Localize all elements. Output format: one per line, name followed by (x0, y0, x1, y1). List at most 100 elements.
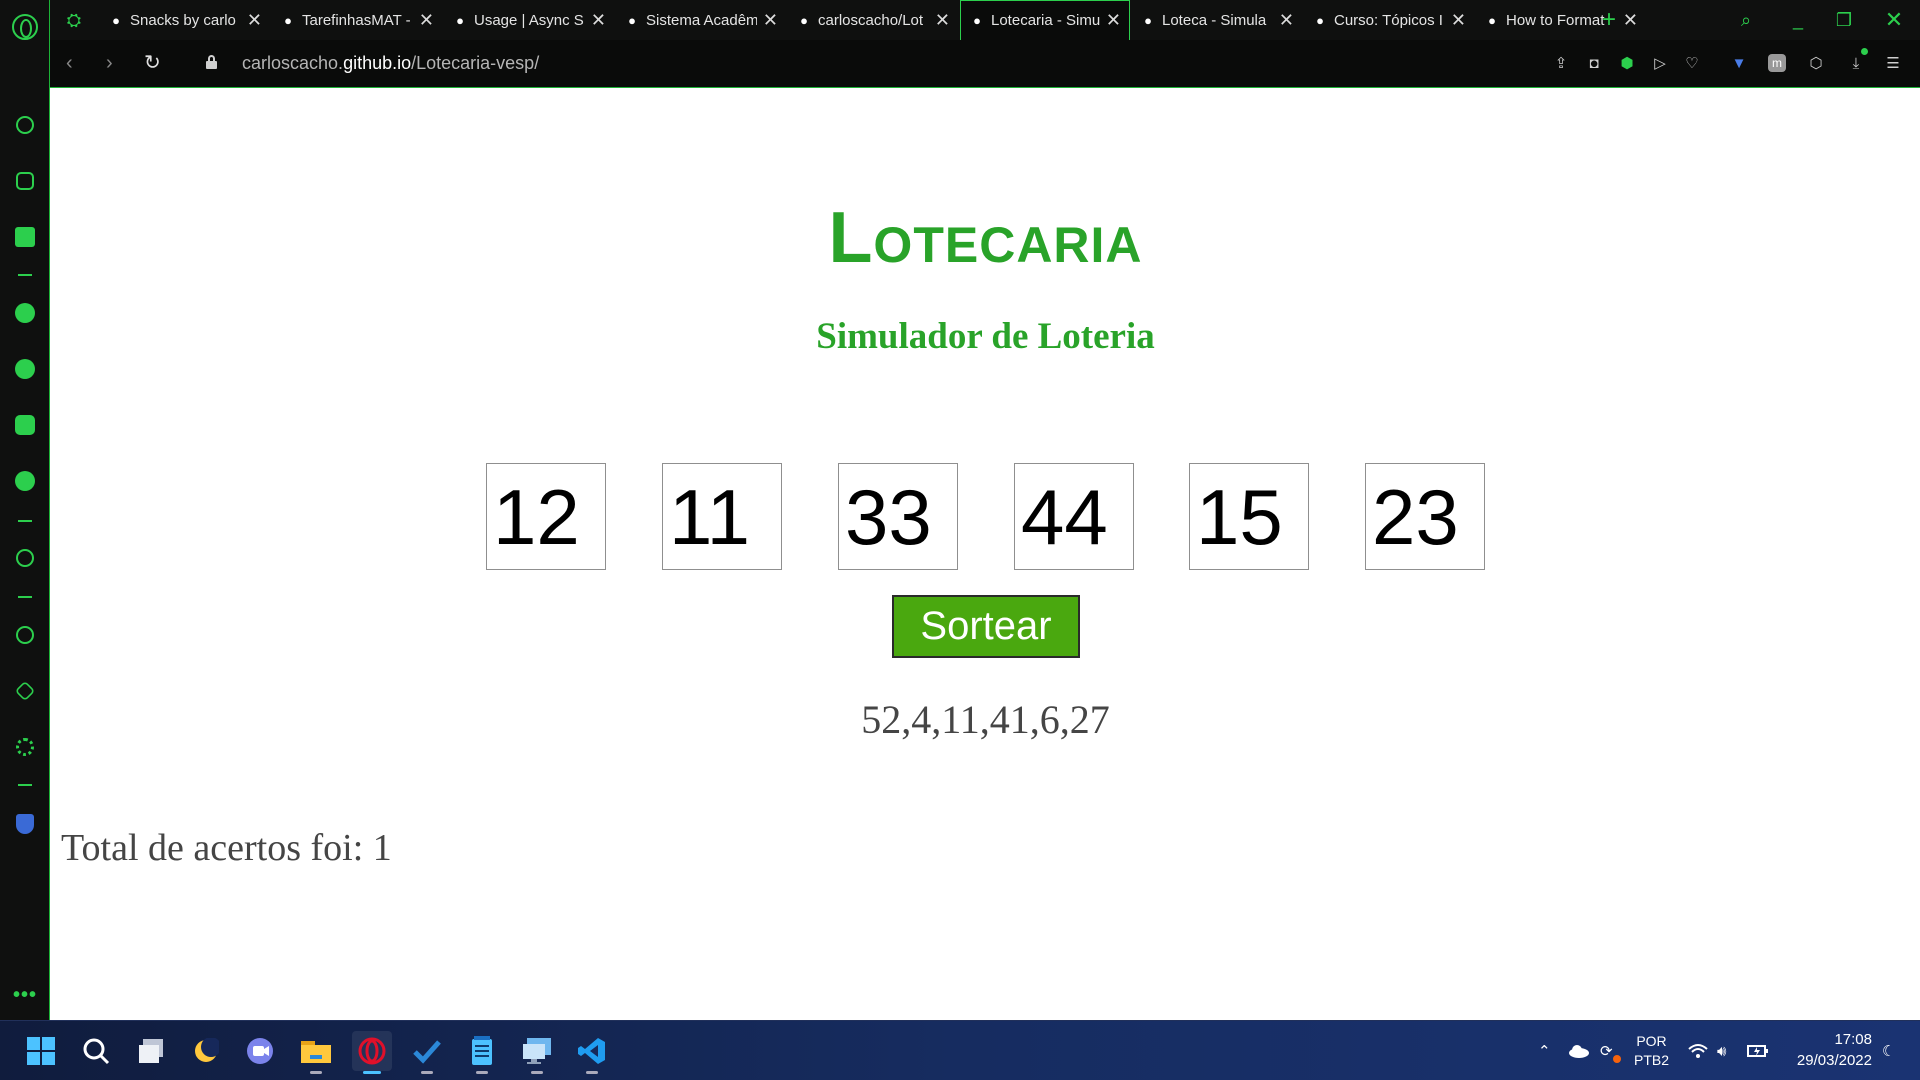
globe-icon: ● (1144, 12, 1152, 28)
tab-3[interactable]: ● Usage | Async S ✕ (444, 0, 614, 40)
tab-9[interactable]: ● How to Format ✕ (1476, 0, 1646, 40)
twitch-icon[interactable] (12, 224, 38, 250)
running-indicator (531, 1071, 543, 1074)
todo-app-icon[interactable] (407, 1031, 447, 1074)
close-tab-icon[interactable]: ✕ (1623, 10, 1638, 31)
minimize-button[interactable]: _ (1780, 0, 1816, 40)
tab-title: How to Format (1506, 11, 1605, 29)
tab-7[interactable]: ● Loteca - Simula ✕ (1132, 0, 1302, 40)
number-input-2[interactable]: 11 (662, 463, 782, 570)
close-tab-icon[interactable]: ✕ (935, 10, 950, 31)
task-view-icon[interactable] (131, 1031, 171, 1071)
shopping-bag-icon[interactable] (12, 168, 38, 194)
history-icon[interactable] (12, 622, 38, 648)
a-bracket-icon: ● (1488, 12, 1496, 28)
url-domain: github.io (343, 53, 412, 73)
start-button[interactable] (21, 1031, 61, 1071)
send-icon[interactable]: ▷ (1651, 54, 1669, 72)
close-tab-icon[interactable]: ✕ (1451, 10, 1466, 31)
workspaces-icon[interactable]: ⛭ (58, 0, 90, 40)
close-tab-icon[interactable]: ✕ (763, 10, 778, 31)
number-input-5[interactable]: 15 (1189, 463, 1309, 570)
notepad-icon[interactable] (462, 1031, 502, 1074)
night-light-icon[interactable] (186, 1031, 226, 1071)
m-extension-icon[interactable]: m (1768, 54, 1786, 72)
page-subtitle: Simulador de Loteria (816, 316, 1155, 357)
language-indicator[interactable]: POR PTB2 (1634, 1021, 1669, 1080)
tab-2[interactable]: ● TarefinhasMAT - ✕ (272, 0, 442, 40)
number-input-6[interactable]: 23 (1365, 463, 1485, 570)
show-hidden-icons-chevron[interactable]: ⌃ (1538, 1021, 1551, 1080)
download-badge (1861, 48, 1868, 55)
settings-gear-icon[interactable] (12, 734, 38, 760)
tab-4[interactable]: ● Sistema Acadêm ✕ (616, 0, 786, 40)
opera-logo-icon[interactable] (12, 14, 38, 40)
new-tab-button[interactable]: + (1602, 6, 1616, 34)
opera-gx-app-icon[interactable] (352, 1031, 392, 1074)
wifi-icon[interactable] (1688, 1021, 1708, 1080)
search-icon[interactable] (76, 1031, 116, 1071)
tab-8[interactable]: ● Curso: Tópicos I ✕ (1304, 0, 1474, 40)
player-icon[interactable] (12, 545, 38, 571)
extensions-cube-icon[interactable]: ⬡ (1807, 54, 1825, 72)
number-input-1[interactable]: 12 (486, 463, 606, 570)
web-page: Lotecaria Simulador de Loteria 12 11 33 44 1… (51, 89, 1920, 1020)
close-tab-icon[interactable]: ✕ (419, 10, 434, 31)
close-tab-icon[interactable]: ✕ (247, 10, 262, 31)
close-window-button[interactable]: ✕ (1874, 0, 1914, 40)
tab-5[interactable]: ● carloscacho/Lot ✕ (788, 0, 958, 40)
taskbar: ⌃ ⟳ POR PTB2 🔊︎ 17:08 29/03/2022 ☾ (0, 1020, 1920, 1080)
running-indicator (421, 1071, 433, 1074)
adblock-shield-icon[interactable]: ⬢ (1618, 54, 1636, 72)
instagram-icon[interactable] (12, 412, 38, 438)
heart-icon[interactable]: ♡ (1683, 54, 1701, 72)
bitwarden-extension-icon[interactable]: ▼ (1730, 54, 1748, 72)
teams-chat-icon[interactable] (240, 1031, 280, 1071)
easy-setup-icon[interactable]: ☰ (1884, 54, 1902, 72)
camera-icon[interactable]: ◘ (1585, 54, 1603, 72)
file-explorer-icon[interactable] (296, 1031, 336, 1074)
tab-title: Snacks by carlo (130, 11, 236, 29)
url-field[interactable]: carloscacho.github.io/Lotecaria-vesp/ (242, 53, 539, 74)
draw-button[interactable]: Sortear (892, 595, 1080, 658)
tab-title: carloscacho/Lot (818, 11, 924, 29)
share-icon[interactable]: ⇪ (1552, 54, 1570, 72)
vscode-icon[interactable] (572, 1031, 612, 1074)
close-tab-icon[interactable]: ✕ (591, 10, 606, 31)
twitter-icon[interactable] (12, 468, 38, 494)
close-tab-icon[interactable]: ✕ (1106, 10, 1121, 31)
reload-icon[interactable]: ↻ (144, 50, 161, 75)
sync-icon[interactable]: ⟳ (1600, 1021, 1621, 1080)
tab-title: Curso: Tópicos I (1334, 11, 1443, 29)
tab-6[interactable]: ● Lotecaria - Simu ✕ (960, 0, 1130, 40)
sidebar-separator (18, 784, 32, 786)
search-tabs-icon[interactable]: ⌕ (1728, 0, 1764, 40)
globe-icon: ● (973, 13, 981, 28)
remote-desktop-icon[interactable] (517, 1031, 557, 1074)
cube-icon[interactable] (12, 678, 38, 704)
telegram-icon[interactable] (12, 356, 38, 382)
back-icon[interactable]: ‹ (66, 52, 73, 75)
running-indicator (586, 1071, 598, 1074)
restore-button[interactable]: ❐ (1826, 0, 1862, 40)
forward-icon[interactable]: › (106, 52, 113, 75)
number-input-4[interactable]: 44 (1014, 463, 1134, 570)
more-dots-icon[interactable]: ••• (12, 982, 38, 1008)
whatsapp-icon[interactable] (12, 300, 38, 326)
onedrive-cloud-icon[interactable] (1568, 1021, 1590, 1080)
lock-icon[interactable] (206, 55, 217, 69)
bitwarden-shield-icon[interactable] (12, 811, 38, 837)
sidebar-separator (18, 596, 32, 598)
volume-icon[interactable]: 🔊︎ (1717, 1021, 1726, 1080)
close-tab-icon[interactable]: ✕ (1279, 10, 1294, 31)
drawn-numbers: 52,4,11,41,6,27 (861, 697, 1110, 742)
download-icon[interactable]: ⤓ (1847, 54, 1865, 72)
running-indicator (310, 1071, 322, 1074)
tab-1[interactable]: ● Snacks by carlo ✕ (100, 0, 270, 40)
speed-dial-icon[interactable] (12, 112, 38, 138)
system-clock[interactable]: 17:08 29/03/2022 (1772, 1029, 1872, 1071)
number-input-3[interactable]: 33 (838, 463, 958, 570)
battery-icon[interactable] (1747, 1021, 1769, 1080)
github-icon: ● (800, 12, 808, 28)
focus-assist-icon[interactable]: ☾ (1882, 1021, 1895, 1080)
